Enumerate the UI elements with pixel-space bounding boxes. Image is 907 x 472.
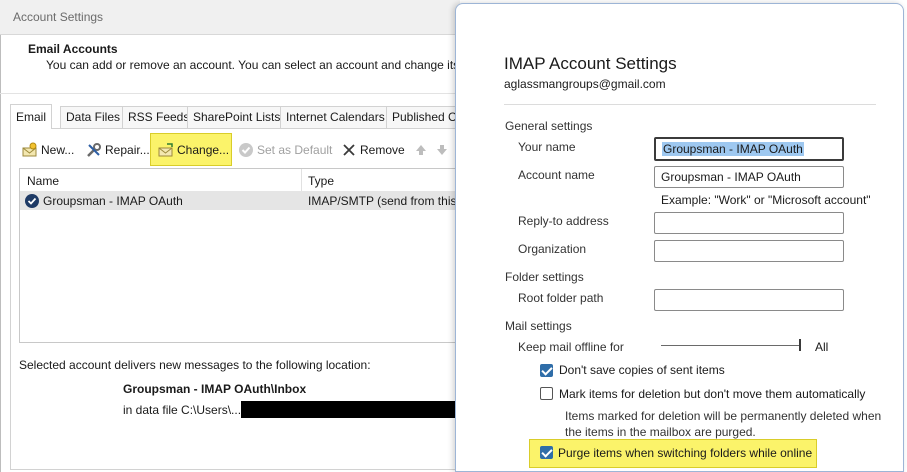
dont-save-sent-label: Don't save copies of sent items — [559, 363, 725, 377]
account-email: aglassmangroups@gmail.com — [504, 77, 666, 91]
new-account-icon — [22, 142, 38, 158]
column-header-name[interactable]: Name — [27, 174, 59, 188]
tab-internet-calendars[interactable]: Internet Calendars — [280, 106, 391, 128]
tab-rss-feeds[interactable]: RSS Feeds — [122, 106, 196, 128]
reply-to-label: Reply-to address — [518, 214, 609, 228]
default-account-icon — [25, 194, 39, 208]
purge-items-label: Purge items when switching folders while… — [558, 446, 813, 460]
repair-button[interactable]: Repair... — [86, 138, 150, 162]
purge-items-checkbox[interactable] — [540, 446, 553, 459]
set-as-default-label: Set as Default — [257, 143, 333, 157]
tab-email[interactable]: Email — [10, 104, 53, 129]
keep-offline-slider-track[interactable] — [661, 345, 799, 346]
move-up-button[interactable] — [413, 138, 432, 162]
set-as-default-button[interactable]: Set as Default — [238, 138, 332, 162]
arrow-down-icon — [434, 142, 450, 158]
folder-settings-heading: Folder settings — [505, 270, 584, 284]
delivery-location-label: Selected account delivers new messages t… — [19, 358, 371, 372]
column-divider[interactable] — [301, 169, 302, 191]
dont-save-sent-checkbox[interactable] — [540, 364, 553, 377]
your-name-label: Your name — [518, 140, 576, 154]
mark-for-deletion-note-line2: the items in the mailbox are purged. — [565, 425, 756, 439]
mark-for-deletion-checkbox[interactable] — [540, 387, 553, 400]
root-folder-field[interactable] — [654, 289, 844, 311]
account-type-cell: IMAP/SMTP (send from this ac — [308, 194, 473, 208]
keep-offline-value: All — [815, 340, 829, 354]
banner-separator — [0, 93, 460, 94]
tab-data-files[interactable]: Data Files — [60, 106, 127, 128]
column-header-type[interactable]: Type — [308, 174, 334, 188]
account-name-field[interactable]: Groupsman - IMAP OAuth — [654, 166, 844, 188]
change-button[interactable]: Change... — [158, 138, 229, 162]
new-button-label: New... — [41, 143, 75, 157]
your-name-value: Groupsman - IMAP OAuth — [662, 142, 804, 156]
repair-button-label: Repair... — [105, 143, 150, 157]
general-settings-heading: General settings — [505, 119, 593, 133]
account-name-example: Example: "Work" or "Microsoft account" — [661, 193, 871, 207]
root-folder-label: Root folder path — [518, 291, 604, 305]
account-name-label: Account name — [518, 168, 595, 182]
keep-offline-slider-thumb[interactable] — [799, 339, 801, 351]
move-down-button[interactable] — [434, 138, 453, 162]
dialog-divider — [504, 104, 876, 105]
reply-to-field[interactable] — [654, 212, 844, 234]
window-title: Account Settings — [13, 10, 104, 24]
account-name-cell: Groupsman - IMAP OAuth — [43, 194, 183, 208]
tab-sharepoint-lists[interactable]: SharePoint Lists — [187, 106, 287, 128]
remove-button-label: Remove — [360, 143, 405, 157]
keep-offline-label: Keep mail offline for — [518, 340, 624, 354]
redaction-bar — [241, 401, 460, 418]
mark-for-deletion-note-line1: Items marked for deletion will be perman… — [565, 409, 882, 423]
change-button-label: Change... — [177, 143, 230, 157]
new-button[interactable]: New... — [22, 138, 74, 162]
organization-label: Organization — [518, 242, 587, 256]
close-x-icon — [341, 142, 357, 158]
email-accounts-heading: Email Accounts — [28, 42, 118, 56]
email-accounts-description: You can add or remove an account. You ca… — [46, 58, 476, 72]
titlebar-separator — [0, 34, 460, 35]
delivery-folder-path: Groupsman - IMAP OAuth\Inbox — [123, 382, 307, 396]
mail-settings-heading: Mail settings — [505, 319, 572, 333]
mark-for-deletion-label: Mark items for deletion but don't move t… — [559, 387, 866, 401]
organization-field[interactable] — [654, 240, 844, 262]
change-account-icon — [158, 142, 174, 158]
dialog-title: IMAP Account Settings — [504, 54, 677, 73]
data-file-path: in data file C:\Users\...\ — [123, 403, 245, 417]
arrow-up-icon — [413, 142, 429, 158]
repair-tools-icon — [86, 142, 102, 158]
checkmark-circle-icon — [238, 142, 254, 158]
remove-button[interactable]: Remove — [341, 138, 405, 162]
your-name-field[interactable]: Groupsman - IMAP OAuth — [654, 137, 844, 161]
